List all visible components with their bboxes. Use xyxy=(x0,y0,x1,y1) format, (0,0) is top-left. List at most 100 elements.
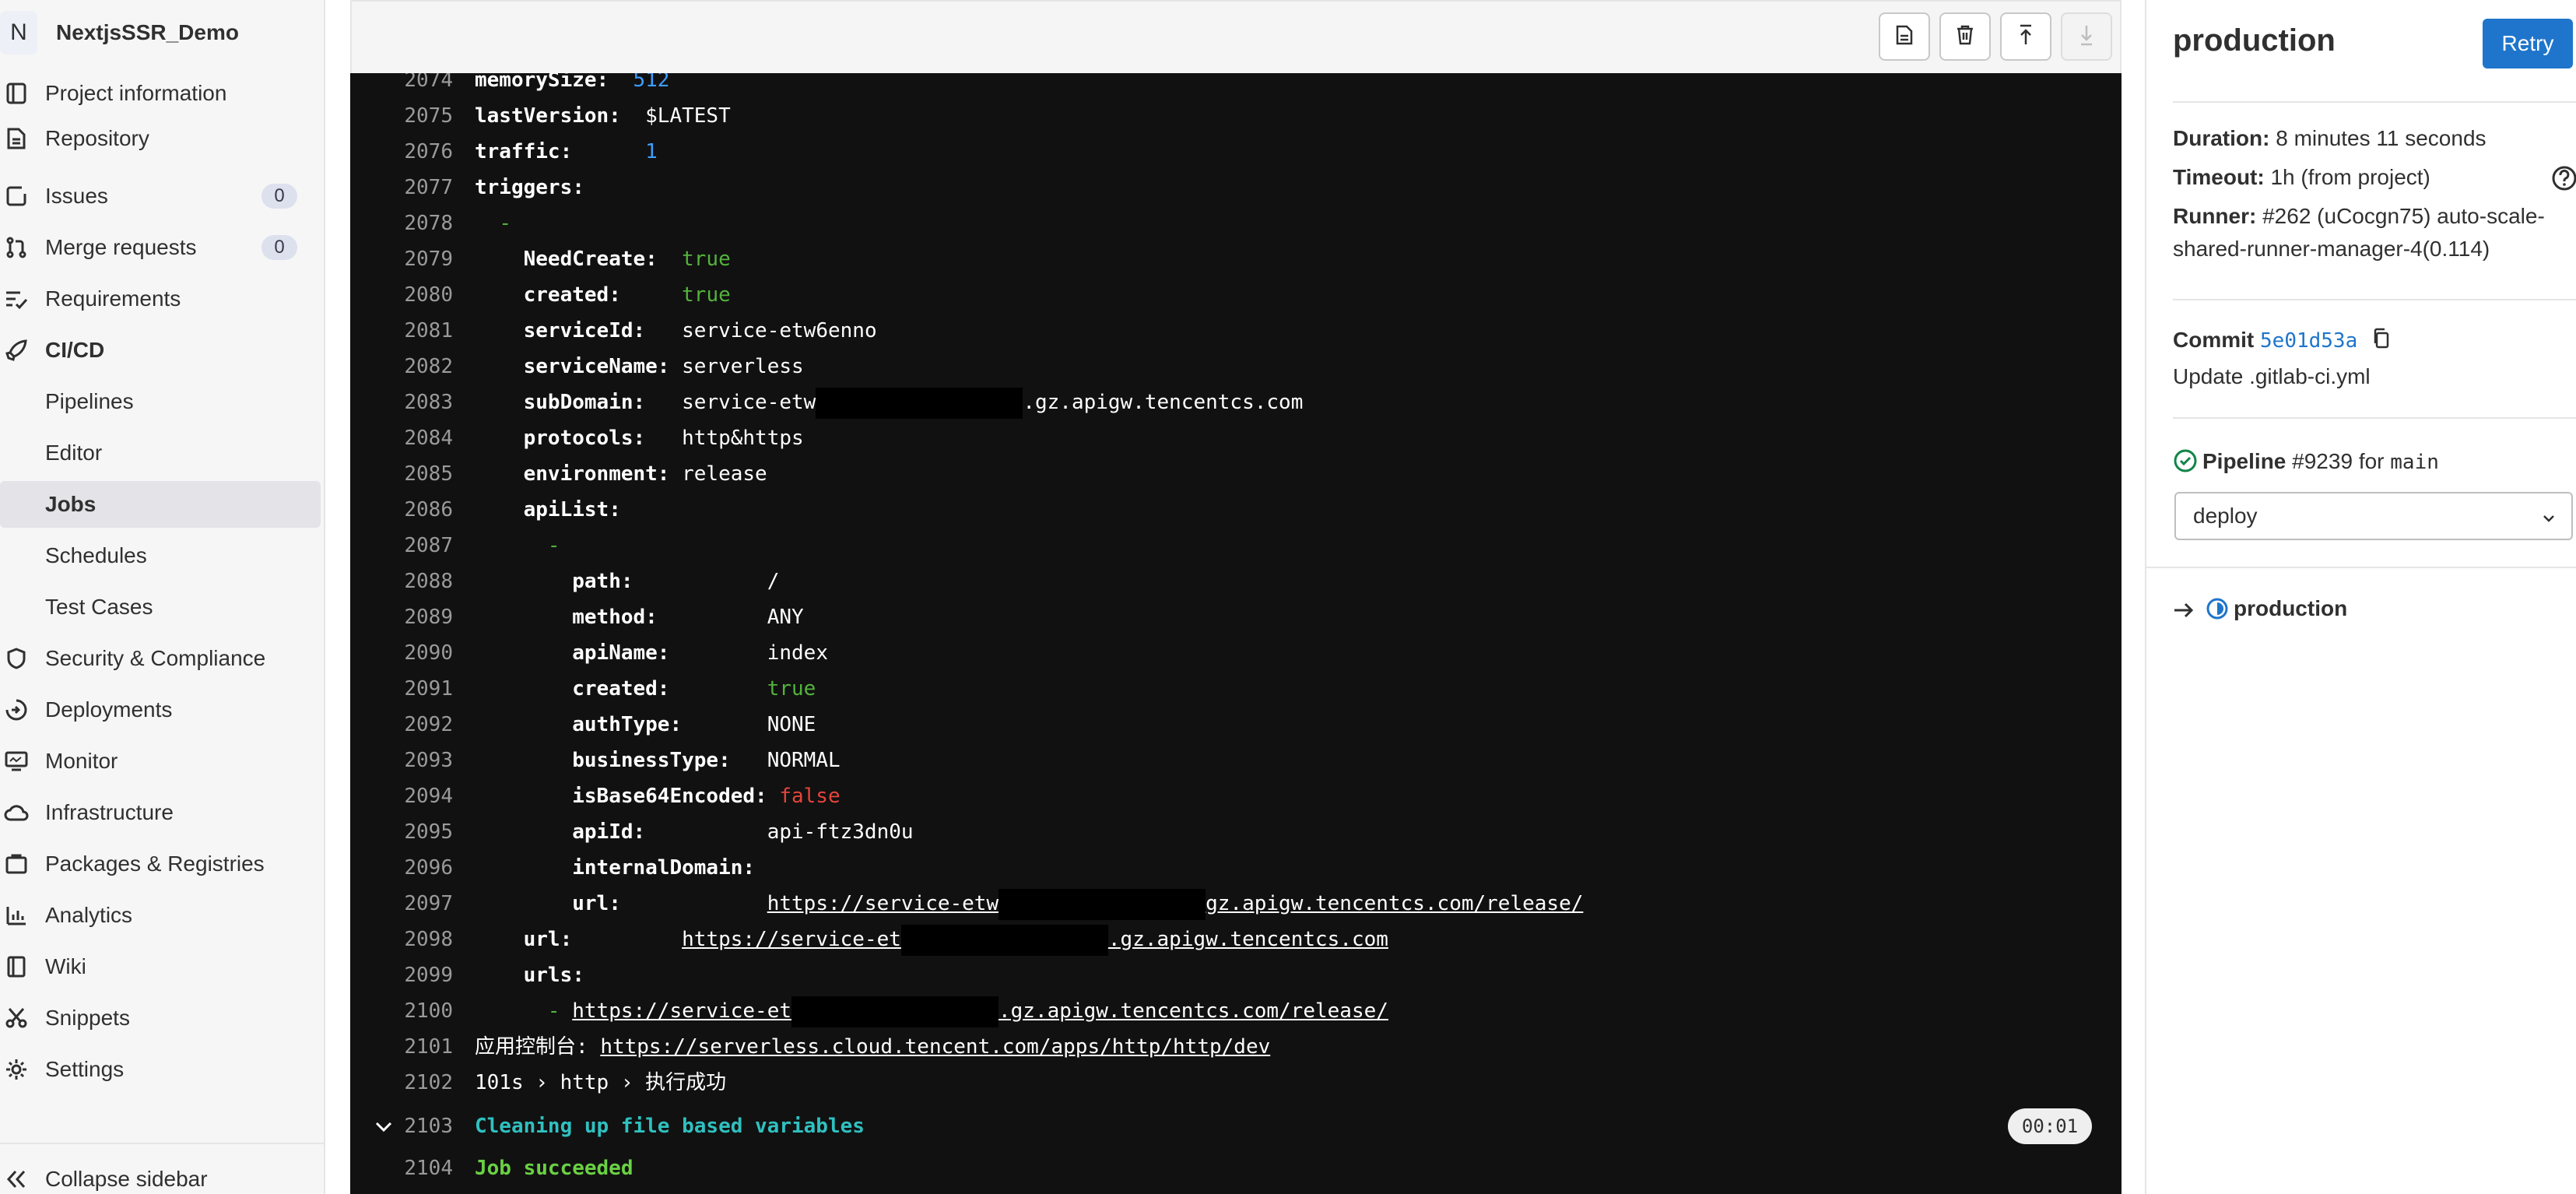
status-running-icon xyxy=(2206,597,2229,626)
sidebar-item-editor[interactable]: Editor xyxy=(0,430,321,476)
log-key: lastVersion: xyxy=(475,104,621,128)
pipeline-id-link[interactable]: #9239 xyxy=(2292,449,2353,473)
redaction-block xyxy=(816,387,1023,419)
sidebar-item-label: Infrastructure xyxy=(45,800,174,824)
log-link-suffix[interactable]: .gz.apigw.tencentcs.com xyxy=(1108,928,1388,951)
log-key: protocols: xyxy=(523,427,646,450)
chart-icon xyxy=(3,902,30,929)
sidebar-item-settings[interactable]: Settings xyxy=(0,1046,321,1093)
line-number: 2097 xyxy=(404,892,453,915)
project-name: NextjsSSR_Demo xyxy=(56,20,239,44)
log-value: NONE xyxy=(767,713,816,736)
erase-log-button[interactable] xyxy=(1939,12,1991,61)
log-key: environment: xyxy=(523,462,670,486)
sidebar-item-issues[interactable]: Issues 0 xyxy=(0,173,321,219)
log-toolbar xyxy=(350,0,2122,73)
sidebar-item-pipelines[interactable]: Pipelines xyxy=(0,378,321,425)
sidebar-item-cicd[interactable]: CI/CD xyxy=(0,327,321,374)
scroll-to-top-button[interactable] xyxy=(2000,12,2051,61)
log-value: service-etw xyxy=(682,391,816,414)
log-key: created: xyxy=(572,677,670,701)
duration-row: Duration: 8 minutes 11 seconds xyxy=(2173,126,2487,151)
log-dash: - xyxy=(547,534,560,557)
stage-select[interactable]: deploy xyxy=(2174,492,2573,540)
status-success-icon xyxy=(2173,448,2198,479)
sidebar-item-security-compliance[interactable]: Security & Compliance xyxy=(0,635,321,682)
divider xyxy=(2173,417,2576,419)
rocket-icon xyxy=(3,337,30,363)
section-duration-badge: 00:01 xyxy=(2008,1108,2092,1144)
log-dash: - xyxy=(499,212,511,235)
sidebar-item-requirements[interactable]: Requirements xyxy=(0,276,321,322)
collapse-sidebar-button[interactable]: Collapse sidebar xyxy=(0,1157,321,1194)
line-number: 2085 xyxy=(404,462,453,486)
project-header[interactable]: N NextjsSSR_Demo xyxy=(0,11,325,54)
log-link-suffix[interactable]: gz.apigw.tencentcs.com/release/ xyxy=(1206,892,1583,915)
sidebar-item-wiki[interactable]: Wiki xyxy=(0,943,321,990)
gear-icon xyxy=(3,1056,30,1083)
log-link[interactable]: https://service-etw xyxy=(767,892,998,915)
log-key: url: xyxy=(572,892,621,915)
sidebar-item-project-information[interactable]: Project information xyxy=(0,70,321,117)
line-number: 2083 xyxy=(404,391,453,414)
sidebar-item-analytics[interactable]: Analytics xyxy=(0,892,321,939)
package-icon xyxy=(3,851,30,877)
log-value: true xyxy=(767,677,816,701)
duration-value: 8 minutes 11 seconds xyxy=(2276,126,2487,150)
sidebar-item-packages-registries[interactable]: Packages & Registries xyxy=(0,841,321,887)
job-succeeded-text: Job succeeded xyxy=(475,1157,633,1180)
sidebar-item-snippets[interactable]: Snippets xyxy=(0,995,321,1041)
log-key: businessType: xyxy=(572,749,731,772)
log-value: true xyxy=(682,283,731,307)
sidebar-item-merge-requests[interactable]: Merge requests 0 xyxy=(0,224,321,271)
timeout-row: Timeout: 1h (from project) xyxy=(2173,165,2576,191)
log-section-title: Cleaning up file based variables xyxy=(475,1115,865,1138)
sidebar-item-schedules[interactable]: Schedules xyxy=(0,532,321,579)
log-prefix: 应用控制台: xyxy=(475,1035,588,1059)
copy-icon[interactable] xyxy=(2371,327,2392,356)
sidebar-item-test-cases[interactable]: Test Cases xyxy=(0,584,321,630)
pipeline-ref[interactable]: main xyxy=(2390,451,2439,474)
sidebar-item-monitor[interactable]: Monitor xyxy=(0,738,321,785)
retry-button[interactable]: Retry xyxy=(2483,19,2573,68)
double-chevron-left-icon xyxy=(3,1166,30,1192)
console-link[interactable]: https://serverless.cloud.tencent.com/app… xyxy=(600,1035,1270,1059)
current-job-name: production xyxy=(2234,596,2348,620)
line-number: 2102 xyxy=(404,1071,453,1094)
line-number: 2078 xyxy=(404,212,453,235)
line-number: 2104 xyxy=(404,1157,453,1180)
sidebar-item-label: Test Cases xyxy=(45,595,153,619)
sidebar-item-label: Requirements xyxy=(45,286,181,311)
log-link[interactable]: https://service-et xyxy=(682,928,901,951)
log-value: NORMAL xyxy=(767,749,841,772)
sidebar-item-infrastructure[interactable]: Infrastructure xyxy=(0,789,321,836)
sidebar-item-jobs[interactable]: Jobs xyxy=(0,481,321,528)
stage-select-value: deploy xyxy=(2193,504,2258,528)
log-link-suffix[interactable]: .gz.apigw.tencentcs.com/release/ xyxy=(998,999,1388,1023)
requirements-icon xyxy=(3,286,30,312)
log-key: internalDomain: xyxy=(572,856,756,880)
commit-sha-link[interactable]: 5e01d53a xyxy=(2260,329,2357,353)
redaction-block xyxy=(900,924,1108,956)
line-number: 2089 xyxy=(404,606,453,629)
log-key: isBase64Encoded: xyxy=(572,785,767,808)
sidebar-item-deployments[interactable]: Deployments xyxy=(0,687,321,733)
sidebar-item-label: Analytics xyxy=(45,903,133,927)
help-icon[interactable] xyxy=(2551,165,2576,197)
log-key: apiName: xyxy=(572,641,670,665)
show-raw-button[interactable] xyxy=(1879,12,1930,61)
commit-row: Commit 5e01d53a xyxy=(2173,327,2392,356)
line-number: 2076 xyxy=(404,140,453,163)
issues-icon xyxy=(3,183,30,209)
line-number: 2101 xyxy=(404,1035,453,1059)
job-list-item-current[interactable]: production xyxy=(2173,596,2347,626)
timeout-value: 1h (from project) xyxy=(2270,165,2430,189)
log-key: subDomain: xyxy=(523,391,646,414)
pipeline-for-text: for xyxy=(2358,449,2385,473)
scroll-to-bottom-button[interactable] xyxy=(2061,12,2112,61)
sidebar-item-repository[interactable]: Repository xyxy=(0,115,321,162)
book-icon xyxy=(3,953,30,980)
line-number: 2093 xyxy=(404,749,453,772)
sidebar-item-label: Repository xyxy=(45,126,149,150)
log-link[interactable]: https://service-et xyxy=(572,999,791,1023)
